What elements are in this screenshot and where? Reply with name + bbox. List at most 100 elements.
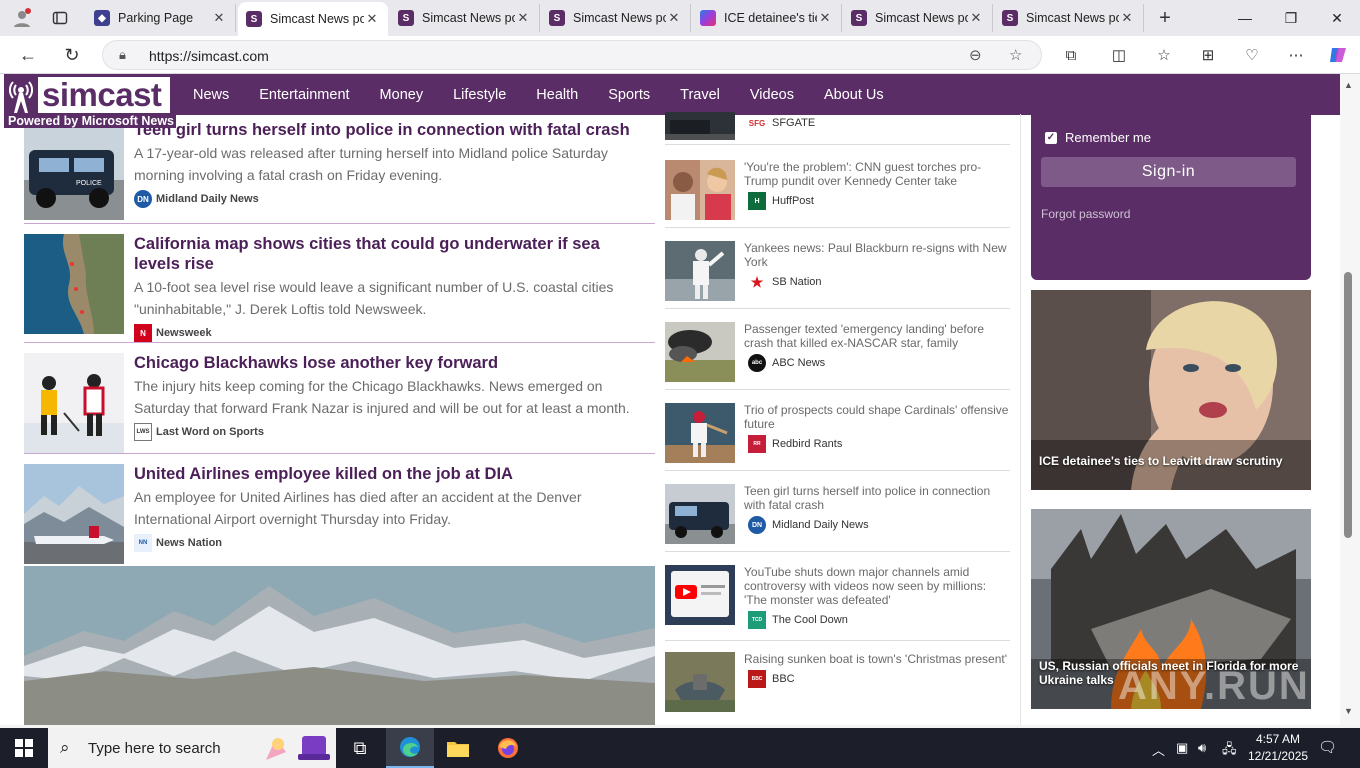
address-bar[interactable]: 🔒︎ https://simcast.com ⊖ ☆ (102, 40, 1042, 70)
article-title[interactable]: Chicago Blackhawks lose another key forw… (134, 353, 649, 373)
article-thumbnail[interactable] (665, 484, 735, 544)
mid-article-item[interactable]: SFG SFGATE (665, 112, 1010, 145)
article-title[interactable]: Passenger texted 'emergency landing' bef… (744, 322, 1010, 350)
menu-news[interactable]: News (178, 87, 244, 103)
scroll-up-icon[interactable]: ▲ (1344, 80, 1353, 90)
article-source[interactable]: SFG SFGATE (744, 114, 1010, 132)
article-title[interactable]: Trio of prospects could shape Cardinals'… (744, 403, 1010, 431)
article-thumbnail[interactable] (665, 322, 735, 382)
tab-actions-icon[interactable] (48, 6, 72, 30)
show-hidden-icons-icon[interactable]: ︿ (1152, 740, 1165, 759)
article-thumbnail[interactable] (665, 652, 735, 712)
meet-now-icon[interactable]: ▣ (1176, 740, 1188, 756)
article-title[interactable]: California map shows cities that could g… (134, 234, 649, 274)
restore-icon[interactable]: ❐ (1268, 4, 1314, 32)
profile-icon[interactable] (10, 6, 34, 30)
favorites-icon[interactable]: ☆ (1152, 44, 1176, 66)
windows-start-icon[interactable] (0, 728, 48, 768)
site-logo[interactable]: simcast Powered by Microsoft News (4, 76, 176, 128)
close-tab-icon[interactable]: ✕ (1119, 10, 1135, 26)
menu-money[interactable]: Money (365, 87, 439, 103)
sign-in-button[interactable]: Sign-in (1041, 157, 1296, 187)
article-thumbnail[interactable] (24, 353, 124, 453)
article-thumbnail[interactable]: POLICE (24, 120, 124, 220)
network-icon[interactable]: 🖧︎ (1222, 740, 1237, 762)
tab-simcast-4[interactable]: S Simcast News po ✕ (843, 4, 993, 32)
menu-about-us[interactable]: About Us (809, 87, 899, 103)
tab-parking-page[interactable]: ◆ Parking Page ✕ (86, 4, 236, 32)
article-source[interactable]: DN Midland Daily News (134, 190, 649, 208)
read-aloud-icon[interactable]: ⊖ (969, 46, 982, 64)
page-scrollbar[interactable]: ▲ ▼ (1340, 74, 1360, 725)
article-title[interactable]: Raising sunken boat is town's 'Christmas… (744, 652, 1010, 666)
menu-lifestyle[interactable]: Lifestyle (438, 87, 521, 103)
taskbar-search-box[interactable]: ⌕ Type here to search (48, 728, 336, 768)
mid-article-item[interactable]: Yankees news: Paul Blackburn re-signs wi… (665, 241, 1010, 309)
article-title[interactable]: United Airlines employee killed on the j… (134, 464, 649, 484)
volume-icon[interactable]: 🔊︎ (1198, 740, 1206, 756)
article-title[interactable]: Yankees news: Paul Blackburn re-signs wi… (744, 241, 1010, 269)
new-tab-icon[interactable]: + (1153, 6, 1177, 30)
scroll-down-icon[interactable]: ▼ (1344, 706, 1353, 716)
article-source[interactable]: RR Redbird Rants (744, 435, 1010, 453)
mid-article-item[interactable]: Teen girl turns herself into police in c… (665, 484, 1010, 552)
back-icon[interactable]: ← (14, 42, 42, 68)
menu-videos[interactable]: Videos (735, 87, 809, 103)
mid-article-item[interactable]: YouTube shuts down major channels amid c… (665, 565, 1010, 641)
menu-travel[interactable]: Travel (665, 87, 735, 103)
url-text[interactable]: https://simcast.com (149, 48, 269, 64)
copilot-icon[interactable] (1326, 44, 1350, 66)
close-tab-icon[interactable]: ✕ (211, 10, 227, 26)
favorite-star-icon[interactable]: ☆ (1009, 46, 1022, 64)
featured-article-image[interactable] (24, 566, 655, 725)
article-thumbnail[interactable] (665, 112, 735, 140)
refresh-icon[interactable]: ↻ (58, 42, 86, 68)
article-thumbnail[interactable] (665, 403, 735, 463)
promo-caption[interactable]: ICE detainee's ties to Leavitt draw scru… (1039, 454, 1304, 468)
article-title[interactable]: Teen girl turns herself into police in c… (134, 120, 649, 140)
article-thumbnail[interactable] (665, 241, 735, 301)
article-source[interactable]: abc ABC News (744, 354, 1010, 372)
article-source[interactable]: N Newsweek (134, 324, 649, 342)
tab-simcast-2[interactable]: S Simcast News po ✕ (390, 4, 540, 32)
lock-icon[interactable]: 🔒︎ (119, 47, 126, 63)
mid-article-item[interactable]: Trio of prospects could shape Cardinals'… (665, 403, 1010, 471)
article-card[interactable]: Chicago Blackhawks lose another key forw… (24, 353, 655, 454)
tab-ice-detainee[interactable]: ICE detainee's tie ✕ (692, 4, 842, 32)
close-tab-icon[interactable]: ✕ (817, 10, 833, 26)
article-thumbnail[interactable] (24, 234, 124, 334)
task-view-icon[interactable]: ⧉ (336, 728, 384, 768)
mid-article-item[interactable]: 'You're the problem': CNN guest torches … (665, 160, 1010, 228)
article-source[interactable]: DN Midland Daily News (744, 516, 1010, 534)
tab-simcast-3[interactable]: S Simcast News po ✕ (541, 4, 691, 32)
browser-essentials-icon[interactable]: ♡ (1240, 44, 1264, 66)
article-thumbnail[interactable] (665, 160, 735, 220)
remember-me-checkbox[interactable]: ✓ Remember me (1045, 130, 1151, 145)
article-thumbnail[interactable] (665, 565, 735, 625)
checkmark-icon[interactable]: ✓ (1045, 131, 1057, 144)
close-tab-icon[interactable]: ✕ (968, 10, 984, 26)
article-source[interactable]: ★ SB Nation (744, 273, 1010, 291)
file-explorer-icon[interactable] (434, 728, 482, 768)
tab-simcast-5[interactable]: S Simcast News po ✕ (994, 4, 1144, 32)
article-source[interactable]: LWS Last Word on Sports (134, 423, 649, 441)
firefox-icon[interactable] (484, 728, 532, 768)
article-card[interactable]: United Airlines employee killed on the j… (24, 464, 655, 565)
extensions-icon[interactable]: ⧉ (1059, 44, 1083, 66)
close-tab-icon[interactable]: ✕ (666, 10, 682, 26)
system-clock[interactable]: 4:57 AM 12/21/2025 (1248, 731, 1308, 765)
collections-icon[interactable]: ⊞ (1196, 44, 1220, 66)
menu-sports[interactable]: Sports (593, 87, 665, 103)
mid-article-item[interactable]: Raising sunken boat is town's 'Christmas… (665, 652, 1010, 720)
article-source[interactable]: H HuffPost (744, 192, 1010, 210)
article-title[interactable]: 'You're the problem': CNN guest torches … (744, 160, 1010, 188)
minimize-icon[interactable]: — (1222, 4, 1268, 32)
promo-card[interactable]: ICE detainee's ties to Leavitt draw scru… (1031, 290, 1311, 490)
scrollbar-thumb[interactable] (1344, 272, 1352, 538)
close-tab-icon[interactable]: ✕ (364, 11, 380, 27)
article-source[interactable]: BBC BBC (744, 670, 1010, 688)
mid-article-item[interactable]: Passenger texted 'emergency landing' bef… (665, 322, 1010, 390)
split-screen-icon[interactable]: ◫ (1107, 44, 1131, 66)
article-title[interactable]: YouTube shuts down major channels amid c… (744, 565, 1010, 607)
tab-simcast-active[interactable]: S Simcast News po ✕ (238, 2, 388, 36)
